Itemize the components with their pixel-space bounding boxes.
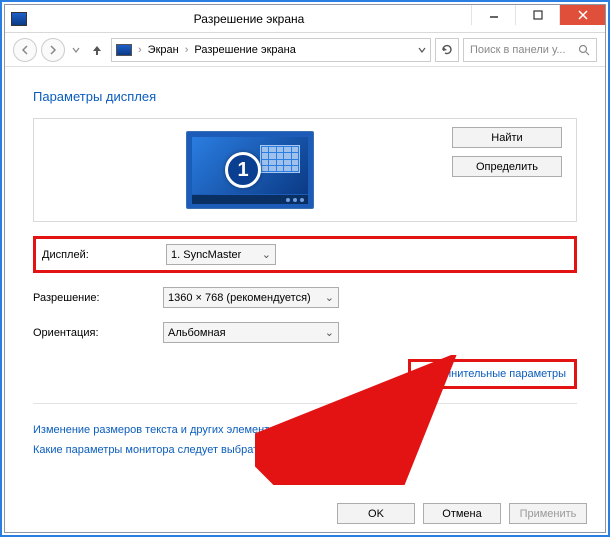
- app-icon: [11, 12, 27, 26]
- orientation-label: Ориентация:: [33, 327, 163, 339]
- refresh-button[interactable]: [435, 38, 459, 62]
- orientation-row: Ориентация: Альбомная ⌄: [33, 322, 577, 343]
- history-dropdown[interactable]: [69, 40, 83, 60]
- content-area: Параметры дисплея 1: [5, 67, 605, 456]
- monitor-icon: [116, 44, 132, 56]
- search-placeholder: Поиск в панели у...: [470, 44, 578, 56]
- breadcrumb-item[interactable]: Экран: [148, 44, 179, 56]
- minimize-button[interactable]: [471, 5, 515, 25]
- page-title: Параметры дисплея: [33, 89, 577, 104]
- title-bar: Разрешение экрана: [5, 5, 605, 33]
- resolution-row: Разрешение: 1360 × 768 (рекомендуется) ⌄: [33, 287, 577, 308]
- close-button[interactable]: [559, 5, 605, 25]
- chevron-right-icon: ›: [138, 44, 142, 56]
- display-select[interactable]: 1. SyncMaster ⌄: [166, 244, 276, 265]
- monitor-number-badge: 1: [225, 152, 261, 188]
- resolution-value: 1360 × 768 (рекомендуется): [168, 292, 311, 304]
- chevron-down-icon: ⌄: [325, 326, 334, 339]
- chevron-down-icon: ⌄: [325, 291, 334, 304]
- resolution-label: Разрешение:: [33, 292, 163, 304]
- maximize-button[interactable]: [515, 5, 559, 25]
- text-size-link[interactable]: Изменение размеров текста и других элеме…: [33, 424, 577, 436]
- cancel-button[interactable]: Отмена: [423, 503, 501, 524]
- detect-button[interactable]: Определить: [452, 156, 562, 177]
- monitor-thumbnail[interactable]: 1: [186, 131, 314, 209]
- divider: [33, 403, 577, 404]
- chevron-right-icon: ›: [185, 44, 189, 56]
- dialog-footer: OK Отмена Применить: [337, 503, 587, 524]
- display-label: Дисплей:: [42, 249, 166, 261]
- display-row-highlight: Дисплей: 1. SyncMaster ⌄: [33, 236, 577, 273]
- advanced-settings-link[interactable]: Дополнительные параметры: [408, 359, 577, 389]
- back-button[interactable]: [13, 38, 37, 62]
- up-button[interactable]: [87, 40, 107, 60]
- breadcrumb-item[interactable]: Разрешение экрана: [194, 44, 295, 56]
- window-frame: Разрешение экрана ›: [0, 0, 610, 537]
- ok-button[interactable]: OK: [337, 503, 415, 524]
- forward-button[interactable]: [41, 38, 65, 62]
- desktop-grid-icon: [260, 145, 300, 173]
- address-bar[interactable]: › Экран › Разрешение экрана: [111, 38, 431, 62]
- display-value: 1. SyncMaster: [171, 249, 241, 261]
- apply-button: Применить: [509, 503, 587, 524]
- search-input[interactable]: Поиск в панели у...: [463, 38, 597, 62]
- orientation-value: Альбомная: [168, 327, 226, 339]
- chevron-down-icon[interactable]: [418, 46, 426, 54]
- display-preview: 1 Найти Определить: [33, 118, 577, 222]
- orientation-select[interactable]: Альбомная ⌄: [163, 322, 339, 343]
- which-settings-link[interactable]: Какие параметры монитора следует выбрать…: [33, 444, 577, 456]
- window-title: Разрешение экрана: [27, 12, 471, 26]
- search-icon: [578, 44, 590, 56]
- resolution-select[interactable]: 1360 × 768 (рекомендуется) ⌄: [163, 287, 339, 308]
- find-button[interactable]: Найти: [452, 127, 562, 148]
- chevron-down-icon: ⌄: [262, 248, 271, 261]
- navigation-bar: › Экран › Разрешение экрана Поиск в пане…: [5, 33, 605, 67]
